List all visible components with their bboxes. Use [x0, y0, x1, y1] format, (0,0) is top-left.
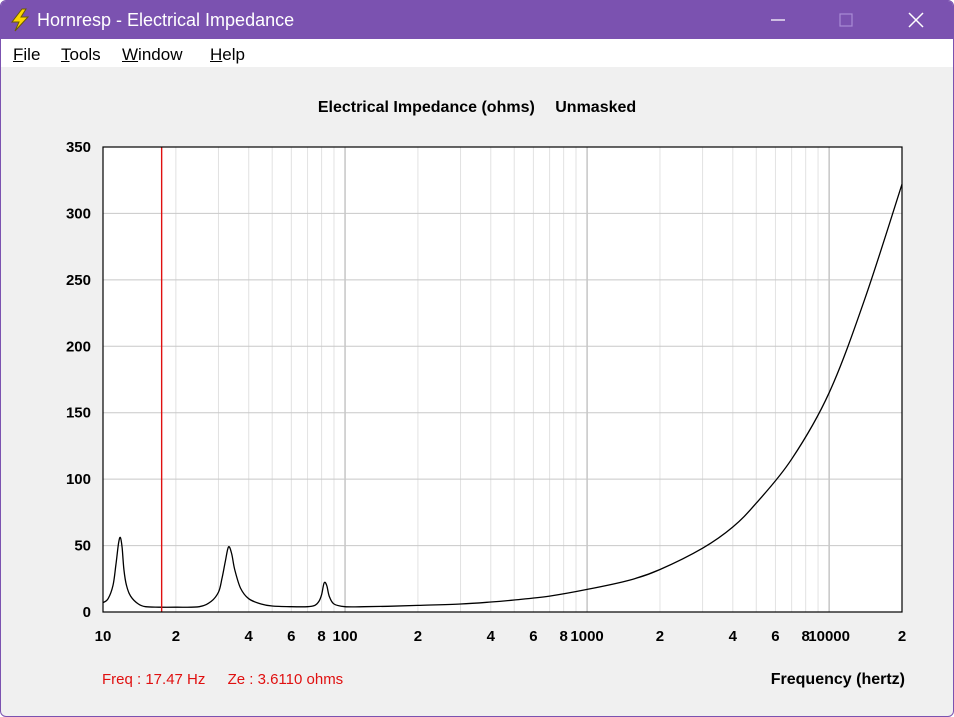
y-tick-label: 200 — [66, 338, 91, 355]
x-tick-label: 6 — [771, 628, 779, 645]
cursor-readout: Freq : 17.47 Hz Ze : 3.6110 ohms — [102, 671, 361, 688]
x-tick-label: 2 — [656, 628, 664, 645]
x-tick-label: 2 — [172, 628, 180, 645]
y-tick-label: 100 — [66, 471, 91, 488]
x-tick-label: 8 — [317, 628, 325, 645]
x-tick-label: 4 — [729, 628, 738, 645]
x-tick-label: 4 — [245, 628, 254, 645]
x-axis-label: Frequency (hertz) — [770, 671, 905, 688]
x-tick-label: 10 — [95, 628, 112, 645]
x-tick-label: 4 — [487, 628, 496, 645]
x-tick-label: 10000 — [808, 628, 850, 645]
app-window: Hornresp - Electrical Impedance File Too… — [0, 0, 954, 717]
y-tick-label: 300 — [66, 205, 91, 222]
freq-readout: Freq : 17.47 Hz — [102, 671, 206, 688]
x-tick-label: 1000 — [570, 628, 603, 645]
x-tick-label: 6 — [529, 628, 537, 645]
x-tick-label: 8 — [559, 628, 567, 645]
ze-readout: Ze : 3.6110 ohms — [227, 671, 344, 688]
impedance-chart[interactable]: 05010015020025030035010 2 4 6 8 100 2 4 6 8 1000 2 4… — [1, 1, 953, 716]
x-tick-label: 2 — [898, 628, 906, 645]
x-tick-label: 6 — [287, 628, 295, 645]
y-tick-label: 350 — [66, 139, 91, 156]
y-tick-label: 0 — [83, 604, 91, 621]
y-tick-label: 50 — [74, 538, 91, 555]
y-tick-label: 150 — [66, 405, 91, 422]
x-tick-label: 100 — [333, 628, 358, 645]
y-tick-label: 250 — [66, 272, 91, 289]
x-tick-label: 2 — [414, 628, 422, 645]
plot-area — [103, 147, 902, 612]
